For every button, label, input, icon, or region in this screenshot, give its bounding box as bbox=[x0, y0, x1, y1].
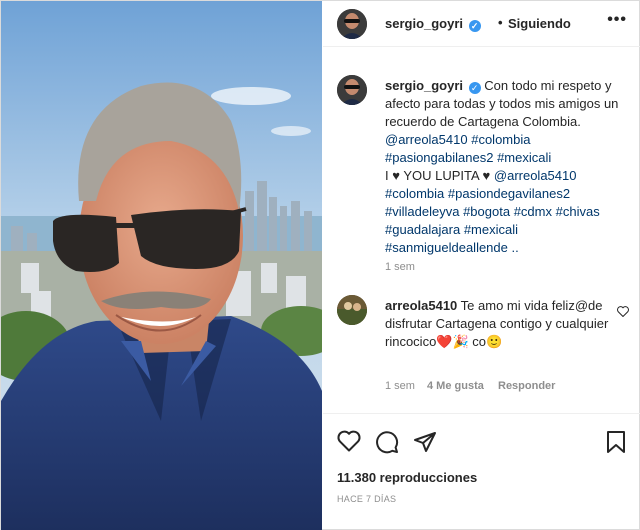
caption-username[interactable]: sergio_goyri bbox=[385, 78, 463, 93]
verified-icon: ✓ bbox=[468, 82, 481, 94]
hashtag-link[interactable]: #guadalajara bbox=[385, 222, 460, 237]
hashtag-link[interactable]: #sanmigueldeallende bbox=[385, 240, 508, 255]
party-emoji: 🎉 bbox=[452, 334, 469, 349]
share-icon[interactable] bbox=[413, 430, 437, 457]
hashtag-link[interactable]: #mexicali bbox=[497, 150, 551, 165]
bookmark-icon[interactable] bbox=[605, 430, 627, 457]
hashtag-link[interactable]: #pasiondegavilanes2 bbox=[448, 186, 570, 201]
hashtag-link[interactable]: #colombia bbox=[471, 132, 530, 147]
following-button[interactable]: Siguiendo bbox=[508, 16, 571, 31]
verified-icon: ✓ bbox=[468, 20, 481, 32]
hashtag-link[interactable]: #mexicali bbox=[464, 222, 518, 237]
post-panel: sergio_goyri ✓ • Siguiendo ••• sergio_go… bbox=[323, 1, 640, 530]
comment-reply-text[interactable]: Responder bbox=[498, 380, 555, 392]
separator-dot: • bbox=[498, 15, 503, 30]
commenter-username[interactable]: arreola5410 bbox=[385, 298, 457, 313]
heart-emoji: ❤️ bbox=[436, 334, 453, 349]
comment-reply-button[interactable]: Responder bbox=[498, 380, 555, 392]
caption-love-text: I ♥ YOU LUPITA ♥ bbox=[385, 168, 491, 183]
hashtag-link[interactable]: #colombia bbox=[385, 186, 444, 201]
hashtag-link[interactable]: #chivas bbox=[556, 204, 600, 219]
hashtag-link[interactable]: #bogota bbox=[463, 204, 510, 219]
hashtag-link[interactable]: #villadeleyva bbox=[385, 204, 459, 219]
comment-likes[interactable]: 4 Me gusta bbox=[427, 380, 484, 392]
caption-text: sergio_goyri ✓ Con todo mi respeto y afe… bbox=[385, 77, 631, 257]
comment-like-icon[interactable] bbox=[617, 305, 629, 320]
mention-link[interactable]: @arreola5410 bbox=[385, 132, 468, 147]
author-avatar[interactable] bbox=[337, 9, 367, 39]
instagram-post: sergio_goyri ✓ • Siguiendo ••• sergio_go… bbox=[0, 0, 640, 530]
view-count[interactable]: 11.380 reproducciones bbox=[337, 470, 477, 485]
post-date[interactable]: HACE 7 DÍAS bbox=[337, 494, 396, 504]
comment-trailing: co bbox=[472, 334, 487, 349]
heart-icon[interactable] bbox=[337, 430, 361, 455]
comment-time[interactable]: 1 sem bbox=[385, 380, 415, 392]
caption-ellipsis: .. bbox=[511, 240, 519, 255]
comments-section[interactable]: sergio_goyri ✓ Con todo mi respeto y afe… bbox=[323, 47, 640, 413]
hashtag-link[interactable]: #pasiongabilanes2 bbox=[385, 150, 493, 165]
selfie-illustration bbox=[1, 1, 322, 530]
author-username[interactable]: sergio_goyri ✓ bbox=[385, 16, 481, 32]
comment-likes-text[interactable]: 4 Me gusta bbox=[427, 380, 484, 392]
commenter-avatar[interactable] bbox=[337, 295, 367, 325]
caption-time[interactable]: 1 sem bbox=[385, 261, 415, 273]
caption-avatar[interactable] bbox=[337, 75, 367, 105]
comment-icon[interactable] bbox=[375, 430, 399, 457]
author-username-text[interactable]: sergio_goyri bbox=[385, 16, 463, 31]
smile-emoji: 🙂 bbox=[486, 334, 503, 349]
mention-link[interactable]: @arreola5410 bbox=[494, 168, 577, 183]
hashtag-link[interactable]: #cdmx bbox=[514, 204, 552, 219]
post-photo[interactable] bbox=[1, 1, 322, 530]
comment-text: arreola5410 Te amo mi vida feliz@de disf… bbox=[385, 297, 617, 351]
post-header: sergio_goyri ✓ • Siguiendo ••• bbox=[323, 1, 640, 47]
post-actions: 11.380 reproducciones HACE 7 DÍAS bbox=[323, 413, 640, 530]
more-options-icon[interactable]: ••• bbox=[607, 11, 627, 29]
